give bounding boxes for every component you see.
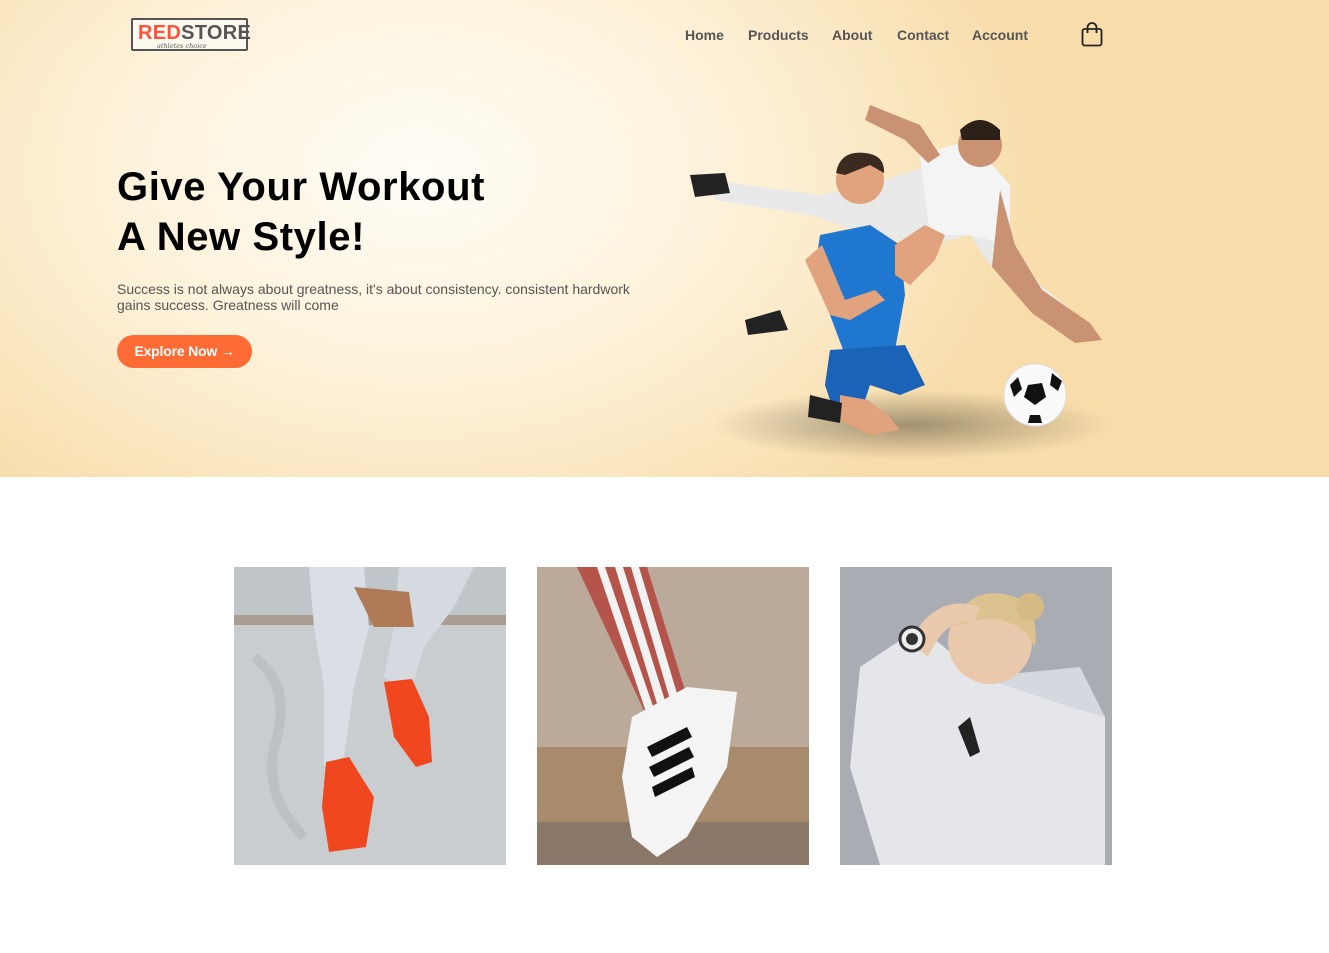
nav-item-home[interactable]: Home xyxy=(685,27,724,43)
explore-now-button[interactable]: Explore Now → xyxy=(117,335,252,368)
hero-description: Success is not always about greatness, i… xyxy=(117,281,630,313)
hero-section: REDSTORE athletes choice Home Products A… xyxy=(0,0,1329,477)
category-image-striped-sneaker[interactable] xyxy=(537,567,809,865)
logo[interactable]: REDSTORE athletes choice xyxy=(131,18,251,51)
soccer-players-image xyxy=(670,85,1150,465)
category-image-red-sneakers[interactable] xyxy=(234,567,506,865)
nav-item-about[interactable]: About xyxy=(832,27,872,43)
nav-item-products[interactable]: Products xyxy=(748,27,809,43)
hero-title-line1: Give Your Workout xyxy=(117,165,486,209)
hero-title: Give Your Workout A New Style! xyxy=(117,162,485,262)
logo-tagline: athletes choice xyxy=(157,42,207,50)
nav-item-account[interactable]: Account xyxy=(972,27,1028,43)
shopping-bag-icon[interactable] xyxy=(1080,21,1104,47)
hero-title-line2: A New Style! xyxy=(117,215,366,259)
logo-wordmark: REDSTORE xyxy=(138,22,251,44)
category-image-white-hoodie-woman[interactable] xyxy=(840,567,1112,865)
logo-red-part: RED xyxy=(138,22,182,44)
logo-dark-part: STORE xyxy=(181,22,252,44)
nav-item-contact[interactable]: Contact xyxy=(897,27,949,43)
